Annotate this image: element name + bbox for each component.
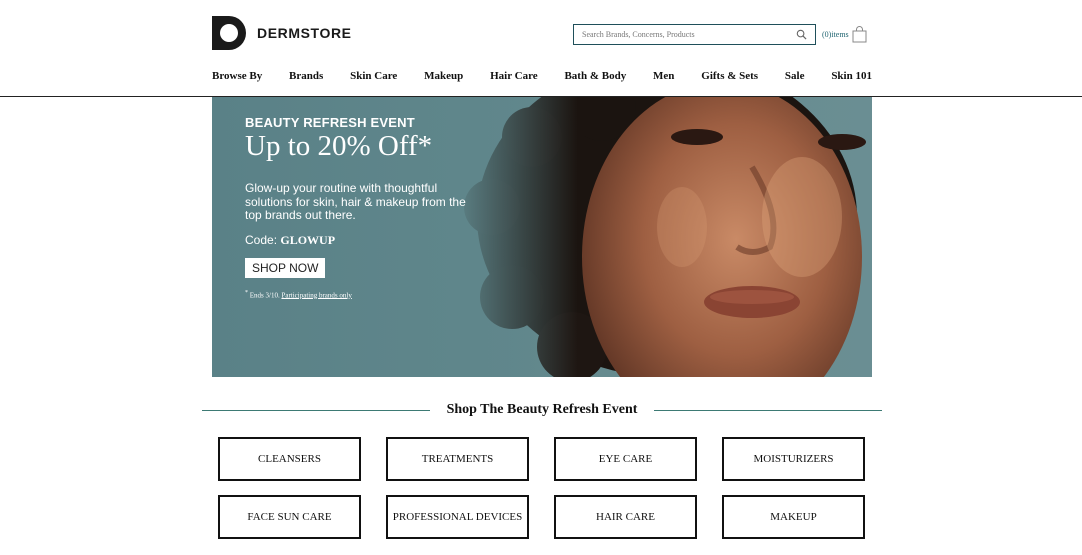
fine-print-text: Ends 3/10. bbox=[249, 290, 280, 299]
hero-headline: Up to 20% Off* bbox=[245, 130, 433, 162]
search-input[interactable] bbox=[574, 25, 794, 44]
category-button-makeup[interactable]: MAKEUP bbox=[722, 495, 865, 539]
nav-item-hair-care[interactable]: Hair Care bbox=[490, 70, 538, 86]
search-box[interactable] bbox=[573, 24, 816, 45]
shopping-bag-icon[interactable] bbox=[852, 26, 867, 43]
category-grid: CLEANSERS TREATMENTS EYE CARE MOISTURIZE… bbox=[218, 437, 866, 539]
dermstore-logo-icon bbox=[212, 16, 246, 50]
nav-item-gifts-sets[interactable]: Gifts & Sets bbox=[701, 70, 758, 86]
section-title: Shop The Beauty Refresh Event bbox=[446, 402, 638, 417]
category-button-hair-care[interactable]: HAIR CARE bbox=[554, 495, 697, 539]
category-button-face-sun-care[interactable]: FACE SUN CARE bbox=[218, 495, 361, 539]
shop-now-button[interactable]: SHOP NOW bbox=[245, 257, 326, 278]
hero-banner[interactable]: BEAUTY REFRESH EVENT Up to 20% Off* Glow… bbox=[212, 97, 872, 377]
nav-item-makeup[interactable]: Makeup bbox=[424, 70, 463, 86]
fine-print-asterisk: * bbox=[245, 289, 248, 296]
category-button-professional-devices[interactable]: PROFESSIONAL DEVICES bbox=[386, 495, 529, 539]
section-rule-right bbox=[654, 409, 882, 411]
nav-item-browse-by[interactable]: Browse By bbox=[212, 70, 262, 86]
category-button-eye-care[interactable]: EYE CARE bbox=[554, 437, 697, 481]
promo-code-value: GLOWUP bbox=[280, 232, 336, 247]
main-nav: Browse By Brands Skin Care Makeup Hair C… bbox=[212, 70, 872, 86]
section-rule-left bbox=[202, 409, 430, 411]
hero-body: Glow-up your routine with thoughtful sol… bbox=[245, 181, 466, 222]
category-button-cleansers[interactable]: CLEANSERS bbox=[218, 437, 361, 481]
promo-code-label: Code: bbox=[245, 232, 278, 247]
logo[interactable]: DERMSTORE bbox=[212, 16, 352, 50]
search-icon[interactable] bbox=[796, 29, 807, 40]
category-button-treatments[interactable]: TREATMENTS bbox=[386, 437, 529, 481]
nav-item-men[interactable]: Men bbox=[653, 70, 674, 86]
hero-copy: BEAUTY REFRESH EVENT Up to 20% Off* Glow… bbox=[245, 115, 475, 299]
promo-code: Code: GLOWUP bbox=[245, 233, 475, 248]
hero-model-photo bbox=[452, 97, 872, 377]
section-heading: Shop The Beauty Refresh Event bbox=[202, 401, 882, 419]
brand-name: DERMSTORE bbox=[257, 25, 352, 41]
nav-item-brands[interactable]: Brands bbox=[289, 70, 323, 86]
nav-item-skin-101[interactable]: Skin 101 bbox=[831, 70, 872, 86]
nav-item-skin-care[interactable]: Skin Care bbox=[350, 70, 397, 86]
cart-count[interactable]: (0)items bbox=[822, 30, 849, 39]
category-button-moisturizers[interactable]: MOISTURIZERS bbox=[722, 437, 865, 481]
nav-item-sale[interactable]: Sale bbox=[785, 70, 805, 86]
nav-item-bath-body[interactable]: Bath & Body bbox=[564, 70, 626, 86]
cart[interactable]: (0)items bbox=[822, 26, 867, 43]
fine-print: * Ends 3/10. Participating brands only bbox=[245, 290, 475, 299]
participating-brands-link[interactable]: Participating brands only bbox=[281, 291, 351, 299]
hero-eyebrow: BEAUTY REFRESH EVENT bbox=[245, 115, 415, 130]
